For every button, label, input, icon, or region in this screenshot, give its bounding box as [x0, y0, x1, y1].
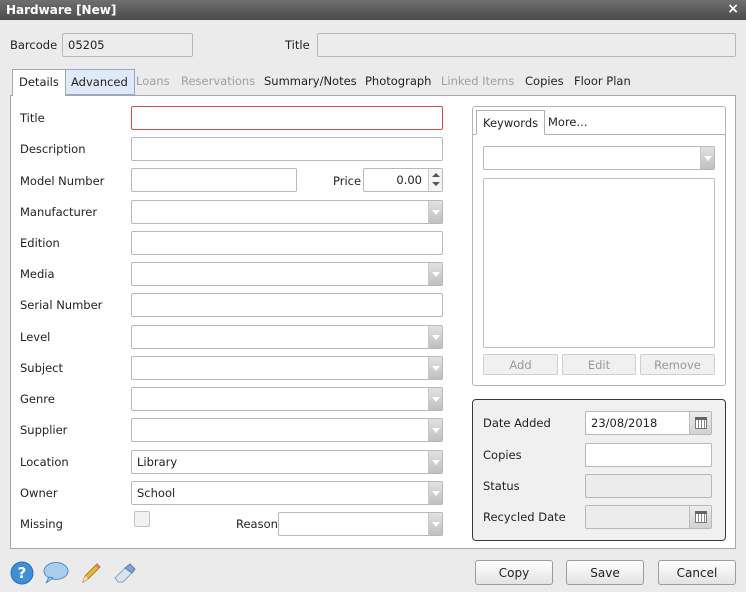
title-input[interactable] [131, 106, 443, 130]
genre-label: Genre [20, 392, 55, 406]
copies-label: Copies [483, 448, 522, 462]
location-value: Library [137, 455, 178, 469]
tab-more[interactable]: More... [542, 110, 593, 135]
tab-advanced[interactable]: Advanced [64, 69, 135, 95]
chevron-down-icon[interactable] [428, 263, 442, 285]
copies-input[interactable] [585, 443, 712, 467]
barcode-field[interactable]: 05205 [62, 33, 193, 57]
price-label: Price [333, 174, 362, 188]
location-select[interactable]: Library [131, 450, 443, 474]
price-stepper[interactable]: 0.00 [363, 168, 443, 192]
chevron-down-icon[interactable] [428, 326, 442, 348]
comment-icon[interactable] [42, 561, 70, 585]
description-input[interactable] [131, 137, 443, 161]
supplier-label: Supplier [20, 423, 68, 437]
title-label: Title [20, 111, 45, 125]
calendar-icon[interactable] [689, 412, 711, 434]
location-label: Location [20, 455, 69, 469]
manufacturer-label: Manufacturer [20, 205, 98, 219]
chevron-down-icon[interactable] [428, 388, 442, 410]
reason-label: Reason [236, 517, 278, 531]
svg-text:?: ? [18, 564, 27, 582]
serial-number-input[interactable] [131, 293, 443, 317]
tab-reservations[interactable]: Reservations [175, 69, 261, 95]
header-title-field[interactable] [317, 33, 736, 57]
barcode-label: Barcode [10, 38, 58, 52]
date-added-input[interactable]: 23/08/2018 [585, 411, 712, 435]
model-number-label: Model Number [20, 174, 105, 188]
level-select[interactable] [131, 325, 443, 349]
window-title: Hardware [New] [6, 3, 117, 17]
date-added-label: Date Added [483, 416, 551, 430]
cancel-button[interactable]: Cancel [658, 560, 736, 585]
copy-button[interactable]: Copy [475, 560, 553, 585]
status-label: Status [483, 479, 520, 493]
pencil-icon[interactable] [78, 561, 102, 585]
model-number-input[interactable] [131, 168, 297, 192]
chevron-down-icon[interactable] [428, 419, 442, 441]
subject-label: Subject [20, 361, 63, 375]
tab-photograph[interactable]: Photograph [359, 69, 437, 95]
tab-copies[interactable]: Copies [519, 69, 570, 95]
chevron-down-icon[interactable] [428, 513, 442, 535]
tab-summary-notes[interactable]: Summary/Notes [258, 69, 363, 95]
date-added-value: 23/08/2018 [591, 416, 658, 430]
recycled-date-label: Recycled Date [483, 510, 566, 524]
missing-checkbox[interactable] [134, 511, 150, 527]
tab-keywords[interactable]: Keywords [476, 110, 546, 135]
subject-select[interactable] [131, 356, 443, 380]
remove-keyword-button[interactable]: Remove [640, 354, 715, 375]
keywords-list[interactable] [483, 178, 715, 348]
missing-label: Missing [20, 517, 63, 531]
owner-value: School [137, 486, 176, 500]
serial-number-label: Serial Number [20, 298, 103, 312]
title-bar: Hardware [New] × [0, 0, 746, 20]
tab-details[interactable]: Details [12, 69, 66, 96]
edition-label: Edition [20, 236, 60, 250]
supplier-select[interactable] [131, 418, 443, 442]
calendar-icon[interactable] [689, 506, 711, 528]
description-label: Description [20, 142, 86, 156]
tab-loans[interactable]: Loans [130, 69, 176, 95]
level-label: Level [20, 330, 51, 344]
owner-label: Owner [20, 486, 58, 500]
keyword-select[interactable] [483, 146, 715, 170]
tab-floor-plan[interactable]: Floor Plan [568, 69, 637, 95]
spin-icon[interactable] [428, 169, 442, 191]
media-label: Media [20, 267, 55, 281]
chevron-down-icon[interactable] [428, 201, 442, 223]
genre-select[interactable] [131, 387, 443, 411]
tab-linked-items[interactable]: Linked Items [435, 69, 520, 95]
add-keyword-button[interactable]: Add [483, 354, 558, 375]
chevron-down-icon[interactable] [428, 451, 442, 473]
media-select[interactable] [131, 262, 443, 286]
recycled-date-input[interactable] [585, 505, 712, 529]
help-icon[interactable]: ? [10, 561, 34, 585]
hardware-dialog: Hardware [New] × Barcode 05205 Title Det… [0, 0, 746, 592]
chevron-down-icon[interactable] [700, 147, 714, 169]
header-title-label: Title [285, 38, 310, 52]
edition-input[interactable] [131, 231, 443, 255]
reason-select[interactable] [278, 512, 443, 536]
edit-keyword-button[interactable]: Edit [562, 354, 636, 375]
manufacturer-select[interactable] [131, 200, 443, 224]
chevron-down-icon[interactable] [428, 357, 442, 379]
keywords-panel: Keywords More... Add Edit Remove [472, 106, 726, 386]
save-button[interactable]: Save [566, 560, 644, 585]
close-icon[interactable]: × [727, 1, 739, 17]
status-field [585, 474, 712, 498]
eraser-icon[interactable] [112, 561, 136, 585]
owner-select[interactable]: School [131, 481, 443, 505]
chevron-down-icon[interactable] [428, 482, 442, 504]
price-value: 0.00 [396, 173, 422, 187]
